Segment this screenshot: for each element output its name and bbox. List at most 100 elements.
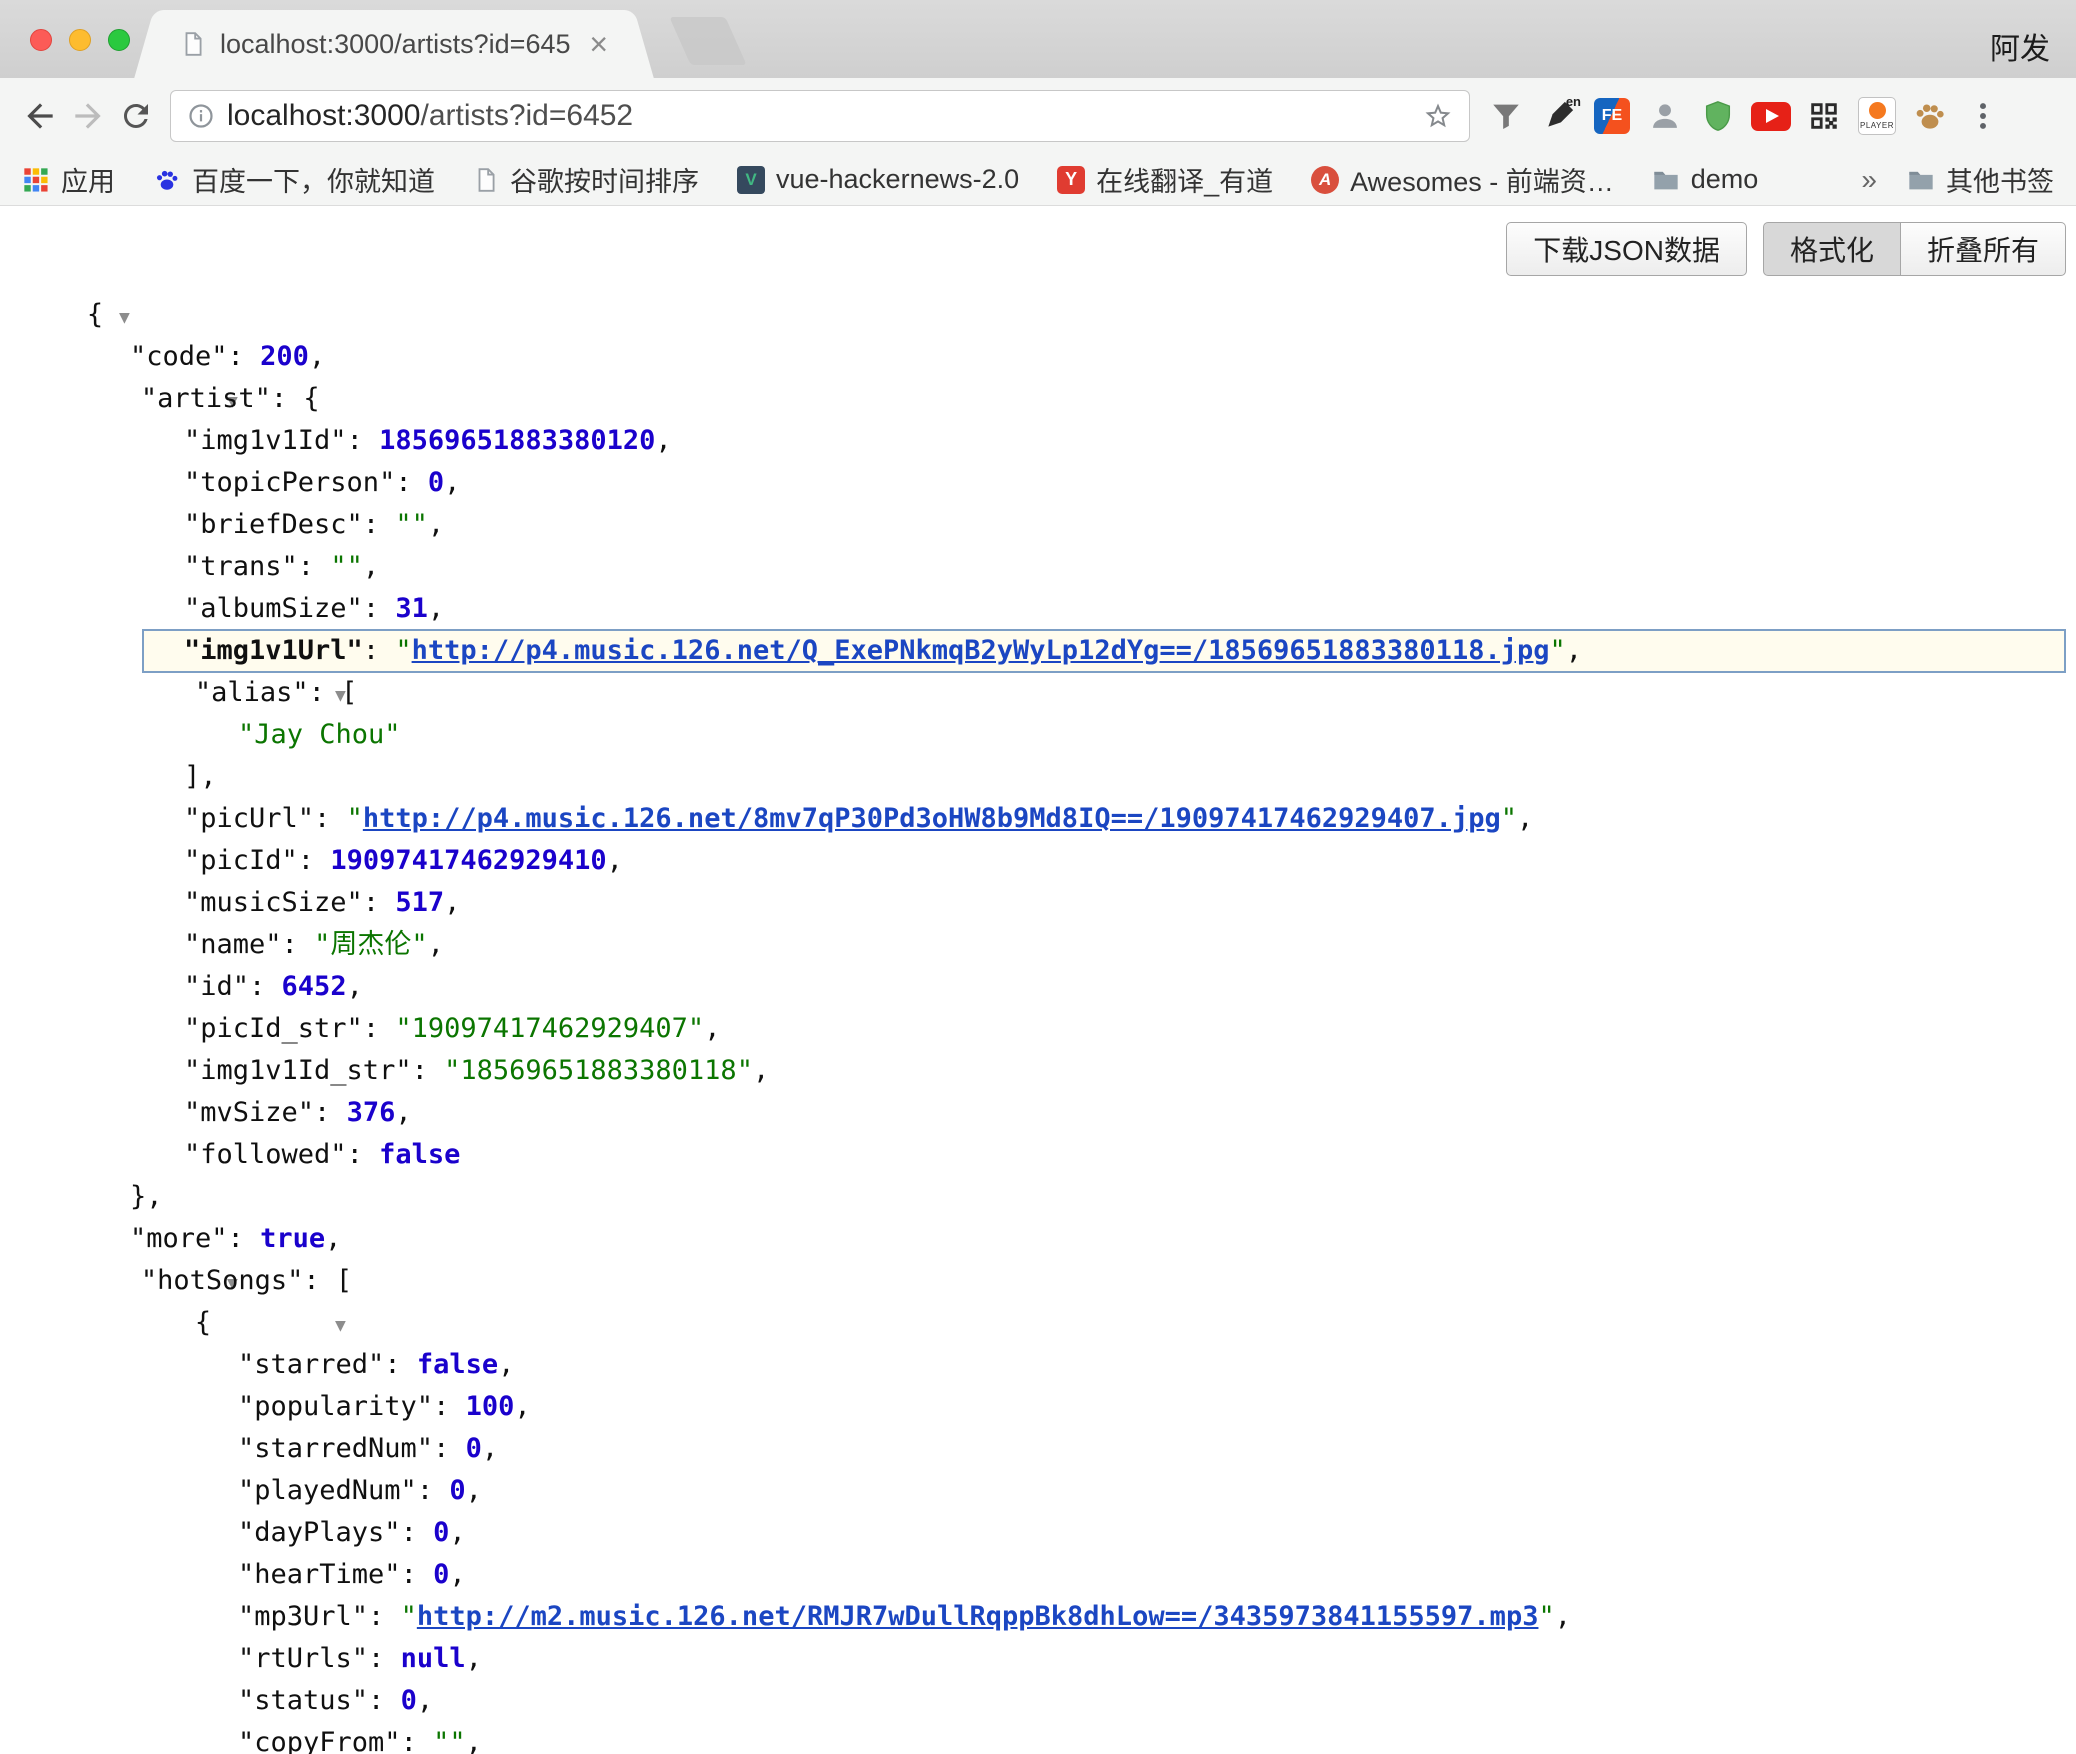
bookmark-vue-hackernews[interactable]: V vue-hackernews-2.0 — [737, 164, 1019, 195]
json-token: "" — [395, 509, 428, 540]
format-button[interactable]: 格式化 — [1763, 222, 1901, 276]
profile-extension-icon[interactable] — [1643, 94, 1687, 138]
json-line: ▼{ — [0, 1302, 2076, 1344]
json-line: "id": 6452, — [0, 966, 2076, 1008]
folder-icon — [1907, 166, 1935, 194]
collapse-triangle-icon[interactable]: ▼ — [119, 307, 130, 328]
fehelper-extension-icon[interactable]: FE — [1590, 94, 1634, 138]
json-token: "alias" — [195, 677, 309, 708]
json-token: , — [417, 1685, 433, 1716]
json-token: { — [195, 1307, 211, 1338]
json-token: : — [401, 1727, 434, 1754]
minimize-window-button[interactable] — [69, 29, 91, 51]
json-token: : — [298, 845, 331, 876]
new-tab-button[interactable] — [669, 17, 746, 65]
json-token: , — [428, 509, 444, 540]
json-token: " — [395, 635, 411, 666]
json-token: : — [314, 803, 347, 834]
other-bookmarks-folder[interactable]: 其他书签 — [1907, 160, 2054, 199]
shield-extension-icon[interactable] — [1696, 94, 1740, 138]
json-token: "img1v1Id" — [184, 425, 347, 456]
bookmark-demo-folder[interactable]: demo — [1652, 164, 1759, 195]
player-extension-icon[interactable]: PLAYER — [1855, 94, 1899, 138]
browser-menu-icon[interactable] — [1961, 94, 2005, 138]
baidu-paw-icon — [153, 166, 181, 194]
json-token: , — [309, 341, 325, 372]
json-line: ], — [0, 756, 2076, 798]
json-token: 0 — [449, 1475, 465, 1506]
translate-pen-extension-icon[interactable]: en — [1537, 94, 1581, 138]
json-token: : — [282, 929, 315, 960]
json-url-link[interactable]: http://m2.music.126.net/RMJR7wDullRqppBk… — [417, 1601, 1539, 1632]
bookmark-google-sort[interactable]: 谷歌按时间排序 — [473, 160, 699, 199]
json-token: , — [466, 1727, 482, 1754]
bookmark-baidu[interactable]: 百度一下，你就知道 — [153, 160, 435, 199]
paw-extension-icon[interactable] — [1908, 94, 1952, 138]
bookmark-apps[interactable]: 应用 — [22, 160, 115, 199]
download-json-button[interactable]: 下载JSON数据 — [1506, 222, 1747, 276]
qrcode-extension-icon[interactable] — [1802, 94, 1846, 138]
json-token: "Jay Chou" — [238, 719, 401, 750]
page-info-icon[interactable] — [187, 102, 215, 130]
json-token: : — [433, 1433, 466, 1464]
json-token: "followed" — [184, 1139, 347, 1170]
youtube-extension-icon[interactable] — [1749, 94, 1793, 138]
json-token: , — [753, 1055, 769, 1086]
collapse-all-button[interactable]: 折叠所有 — [1901, 222, 2066, 276]
json-token: "img1v1Url" — [184, 635, 363, 666]
bookmark-awesomes[interactable]: A Awesomes - 前端资… — [1311, 160, 1614, 199]
json-token: : — [412, 1055, 445, 1086]
json-token: "19097417462929407" — [395, 1013, 704, 1044]
json-line-highlighted: "img1v1Url": "http://p4.music.126.net/Q_… — [0, 630, 2076, 672]
json-line: "status": 0, — [0, 1680, 2076, 1722]
bookmark-label: 应用 — [61, 160, 115, 199]
url-host: localhost:3000 — [227, 99, 420, 132]
bookmark-youdao[interactable]: Y 在线翻译_有道 — [1057, 160, 1273, 199]
reload-button[interactable] — [112, 92, 160, 140]
player-label: PLAYER — [1860, 121, 1894, 130]
json-token: "周杰伦" — [314, 929, 428, 960]
json-line: ▼{ — [0, 294, 2076, 336]
tab-close-icon[interactable]: × — [589, 28, 608, 60]
forward-button[interactable] — [64, 92, 112, 140]
json-token: , — [1517, 803, 1533, 834]
json-token: 200 — [260, 341, 309, 372]
json-token: : — [368, 1643, 401, 1674]
json-line: "img1v1Id_str": "18569651883380118", — [0, 1050, 2076, 1092]
bookmark-label: Awesomes - 前端资… — [1350, 160, 1614, 199]
browser-tab[interactable]: localhost:3000/artists?id=645 × — [160, 10, 628, 78]
json-token: 18569651883380120 — [379, 425, 655, 456]
collapse-triangle-icon[interactable]: ▼ — [335, 1315, 346, 1336]
page-favicon-icon — [180, 31, 206, 57]
json-token: false — [379, 1139, 460, 1170]
json-token: , — [428, 929, 444, 960]
json-token: " — [1538, 1601, 1554, 1632]
json-token: 31 — [395, 593, 428, 624]
close-window-button[interactable] — [30, 29, 52, 51]
json-token: : — [363, 509, 396, 540]
json-token: , — [1566, 635, 1582, 666]
back-button[interactable] — [16, 92, 64, 140]
bookmarks-overflow-chevron[interactable]: » — [1861, 164, 1877, 196]
json-token: , — [395, 1097, 411, 1128]
json-line: "picId_str": "19097417462929407", — [0, 1008, 2076, 1050]
json-token: "popularity" — [238, 1391, 433, 1422]
json-line: ▼"hotSongs": [ — [0, 1260, 2076, 1302]
json-token: : — [363, 593, 396, 624]
bookmarks-bar: 应用 百度一下，你就知道 谷歌按时间排序 V vue-hackernews-2.… — [0, 154, 2076, 206]
vue-icon: V — [737, 166, 765, 194]
json-token: , — [1555, 1601, 1571, 1632]
json-line: "playedNum": 0, — [0, 1470, 2076, 1512]
zoom-window-button[interactable] — [108, 29, 130, 51]
player-logo-blob — [1869, 102, 1886, 119]
json-url-link[interactable]: http://p4.music.126.net/8mv7qP30Pd3oHW8b… — [363, 803, 1501, 834]
json-url-link[interactable]: http://p4.music.126.net/Q_ExePNkmqB2yWyL… — [412, 635, 1550, 666]
funnel-extension-icon[interactable] — [1484, 94, 1528, 138]
json-token: : — [401, 1517, 434, 1548]
json-token: }, — [130, 1181, 163, 1212]
url-bar[interactable]: localhost:3000/artists?id=6452 — [170, 90, 1470, 142]
json-token: : — [314, 1097, 347, 1128]
json-token: : — [249, 971, 282, 1002]
bookmark-star-icon[interactable] — [1423, 101, 1453, 131]
json-token: "img1v1Id_str" — [184, 1055, 412, 1086]
